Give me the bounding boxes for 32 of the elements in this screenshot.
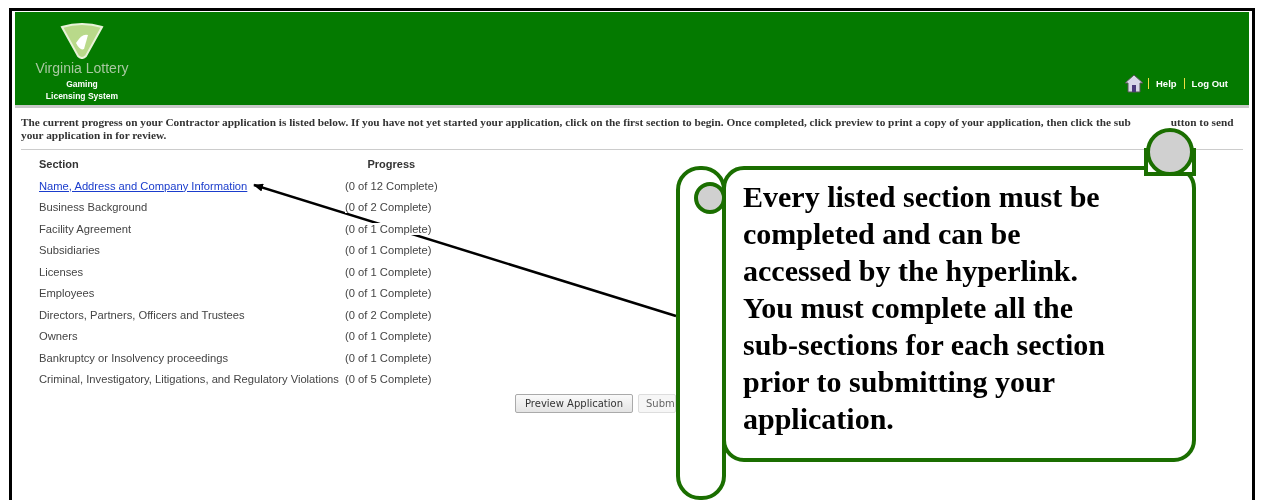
section-link[interactable]: Name, Address and Company Information [39, 179, 248, 192]
intro-paragraph: The current progress on your Contractor application is listed below. If you have not yet started your application, click on the first section to begin. Once completed, click preview to print a copy of your application, then click the sub utton to send your application in for review. [21, 116, 1235, 142]
action-button[interactable]: Preview Application [515, 394, 633, 413]
section-name: Owners [39, 330, 78, 342]
section-name: Business Background [39, 201, 148, 213]
progress-text: (0 of 1 Complete) [345, 351, 432, 364]
house-icon[interactable] [1124, 73, 1144, 93]
logo-text: Virginia Lottery [35, 60, 129, 76]
progress-text: (0 of 1 Complete) [345, 222, 432, 235]
nav-link[interactable]: Help [1148, 77, 1184, 89]
progress-text: (0 of 1 Complete) [345, 330, 432, 342]
section-name: Bankruptcy or Insolvency proceedings [39, 351, 229, 364]
nav-link[interactable]: Log Out [1183, 77, 1235, 89]
section-name: Employees [39, 287, 95, 299]
section-name: Subsidiaries [39, 244, 100, 256]
lottery-logo-icon [60, 23, 104, 59]
progress-text: (0 of 1 Complete) [345, 287, 432, 299]
progress-text: (0 of 2 Complete) [345, 308, 432, 321]
progress-text: (0 of 1 Complete) [345, 244, 432, 256]
section-name: Directors, Partners, Officers and Trustees [39, 308, 245, 321]
section-name: Criminal, Investigatory, Litigations, and Regulatory Violations [39, 373, 339, 385]
section-name: Facility Agreement [39, 222, 132, 235]
callout-text: Every listed section must be completed and can be accessed by the hyperlink. You must complete all the sub-sections for each section prior to submitting your application. [743, 179, 1106, 437]
column-header: Section [39, 158, 80, 170]
column-header: Progress [367, 158, 416, 170]
section-name: Licenses [39, 265, 84, 278]
subtitle-text: Licensing System [45, 90, 119, 102]
progress-text: (0 of 12 Complete) [345, 179, 438, 192]
progress-text: (0 of 5 Complete) [345, 373, 432, 385]
subtitle-text: Gaming [66, 78, 98, 90]
progress-text: (0 of 2 Complete) [345, 201, 432, 213]
progress-text: (0 of 1 Complete) [345, 265, 432, 278]
